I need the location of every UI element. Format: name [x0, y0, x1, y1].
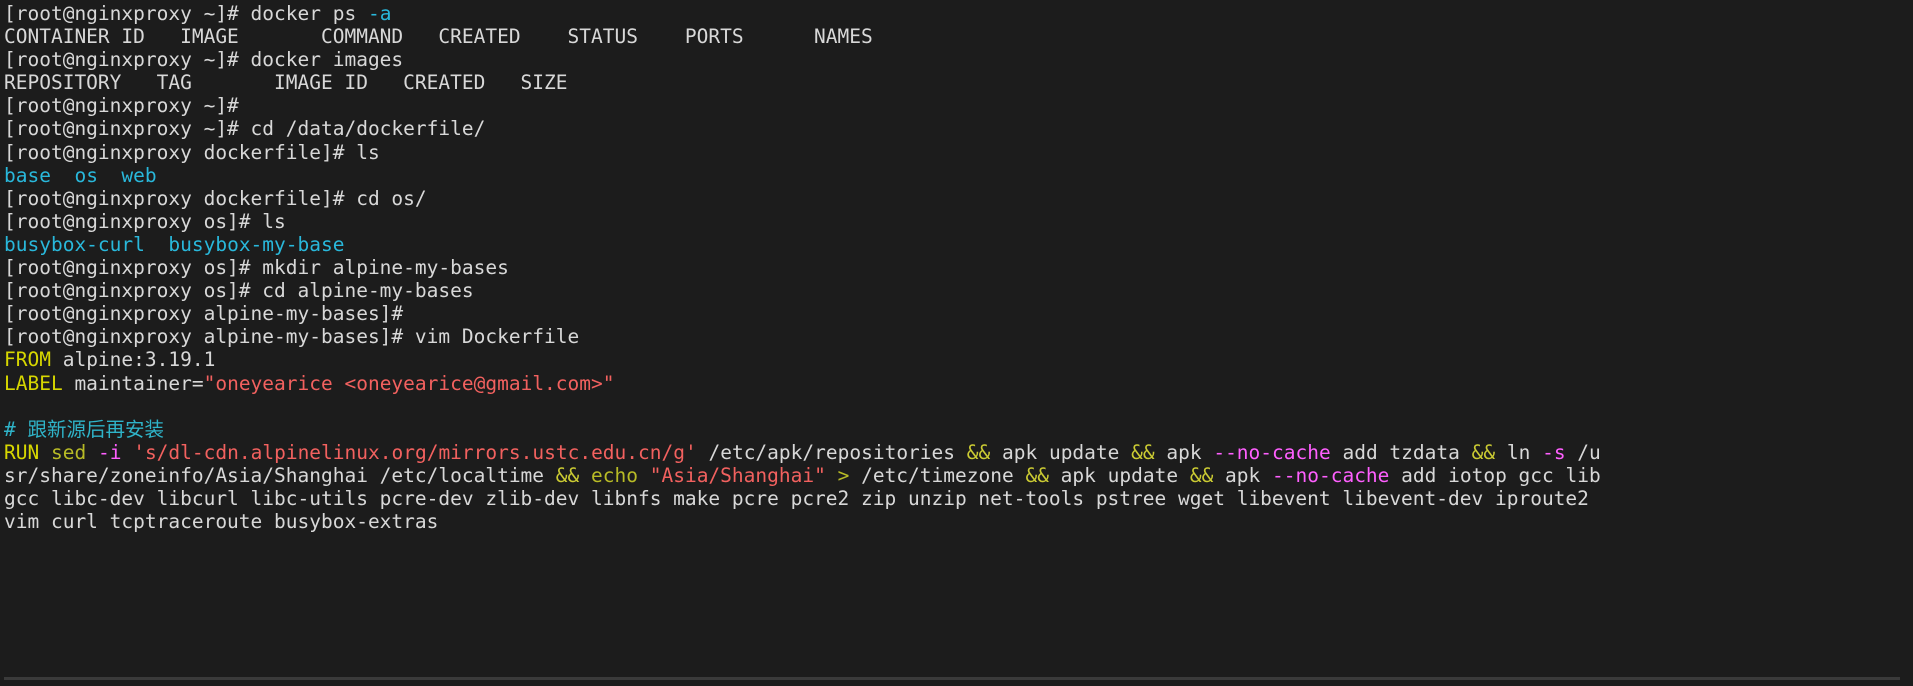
terminal-text-segment: -i: [98, 441, 121, 464]
terminal-line: CONTAINER ID IMAGE COMMAND CREATED STATU…: [4, 25, 1913, 48]
terminal-text-segment: "Asia/Shanghai": [650, 464, 826, 487]
terminal-text-segment: [root@nginxproxy ~]#: [4, 94, 251, 117]
terminal-text-segment: gcc libc-dev libcurl libc-utils pcre-dev…: [4, 487, 1589, 510]
terminal-line: [root@nginxproxy ~]# docker images: [4, 48, 1913, 71]
terminal-bottom-bar: [4, 677, 1900, 680]
terminal-line: REPOSITORY TAG IMAGE ID CREATED SIZE: [4, 71, 1913, 94]
terminal-text-segment: apk update: [1049, 464, 1190, 487]
terminal-line: [root@nginxproxy alpine-my-bases]#: [4, 302, 1913, 325]
terminal-text-segment: # 跟新源后再安装: [4, 418, 164, 441]
terminal-text-segment: [root@nginxproxy dockerfile]# cd os/: [4, 187, 427, 210]
terminal-line: [root@nginxproxy dockerfile]# ls: [4, 141, 1913, 164]
terminal-text-segment: [86, 441, 98, 464]
terminal-output: [root@nginxproxy ~]# docker ps -aCONTAIN…: [4, 2, 1913, 533]
terminal-text-segment: [root@nginxproxy ~]# cd /data/dockerfile…: [4, 117, 485, 140]
terminal-line: [root@nginxproxy os]# mkdir alpine-my-ba…: [4, 256, 1913, 279]
terminal-text-segment: &&: [1190, 464, 1213, 487]
terminal-text-segment: apk update: [990, 441, 1131, 464]
terminal-line: [root@nginxproxy ~]#: [4, 94, 1913, 117]
terminal-line: [root@nginxproxy os]# cd alpine-my-bases: [4, 279, 1913, 302]
terminal-text-segment: [root@nginxproxy os]# ls: [4, 210, 286, 233]
terminal-line: RUN sed -i 's/dl-cdn.alpinelinux.org/mir…: [4, 441, 1913, 464]
terminal-text-segment: /etc/timezone: [849, 464, 1025, 487]
terminal-text-segment: add iotop gcc lib: [1389, 464, 1600, 487]
terminal-text-segment: [root@nginxproxy ~]# docker ps: [4, 2, 368, 25]
terminal-line: FROM alpine:3.19.1: [4, 348, 1913, 371]
terminal-text-segment: busybox-my-base: [168, 233, 344, 256]
terminal-text-segment: [root@nginxproxy os]# mkdir alpine-my-ba…: [4, 256, 509, 279]
terminal-line: [root@nginxproxy dockerfile]# cd os/: [4, 187, 1913, 210]
terminal-text-segment: [root@nginxproxy os]# cd alpine-my-bases: [4, 279, 474, 302]
terminal-text-segment: RUN: [4, 441, 39, 464]
terminal-text-segment: --no-cache: [1272, 464, 1389, 487]
terminal-text-segment: [145, 233, 168, 256]
terminal-text-segment: maintainer=: [63, 372, 204, 395]
terminal-text-segment: CONTAINER ID IMAGE COMMAND CREATED STATU…: [4, 25, 873, 48]
terminal-text-segment: "oneyearice <oneyearice@gmail.com>": [204, 372, 615, 395]
terminal-line: [root@nginxproxy ~]# cd /data/dockerfile…: [4, 117, 1913, 140]
terminal-text-segment: FROM: [4, 348, 51, 371]
terminal-text-segment: -s: [1542, 441, 1565, 464]
terminal-text-segment: /u: [1566, 441, 1601, 464]
terminal-line: [root@nginxproxy ~]# docker ps -a: [4, 2, 1913, 25]
terminal-line: sr/share/zoneinfo/Asia/Shanghai /etc/loc…: [4, 464, 1913, 487]
terminal-text-segment: [4, 395, 16, 418]
terminal-text-segment: os: [74, 164, 97, 187]
terminal-text-segment: [638, 464, 650, 487]
terminal-text-segment: [98, 164, 121, 187]
terminal-text-segment: [root@nginxproxy alpine-my-bases]# vim D…: [4, 325, 579, 348]
terminal-text-segment: apk: [1155, 441, 1214, 464]
terminal-text-segment: sed: [51, 441, 86, 464]
terminal-text-segment: echo: [591, 464, 638, 487]
terminal-text-segment: &&: [967, 441, 990, 464]
terminal-text-segment: &&: [556, 464, 579, 487]
terminal-text-segment: --no-cache: [1213, 441, 1330, 464]
terminal-text-segment: >: [838, 464, 850, 487]
terminal-text-segment: 's/dl-cdn.alpinelinux.org/mirrors.ustc.e…: [133, 441, 697, 464]
terminal-text-segment: /etc/apk/repositories: [697, 441, 967, 464]
terminal-text-segment: [579, 464, 591, 487]
terminal-text-segment: alpine:3.19.1: [51, 348, 215, 371]
terminal-line: [root@nginxproxy os]# ls: [4, 210, 1913, 233]
terminal-line: gcc libc-dev libcurl libc-utils pcre-dev…: [4, 487, 1913, 510]
terminal-line: vim curl tcptraceroute busybox-extras: [4, 510, 1913, 533]
terminal-text-segment: apk: [1213, 464, 1272, 487]
terminal-text-segment: [121, 441, 133, 464]
terminal-text-segment: busybox-curl: [4, 233, 145, 256]
terminal-text-segment: [39, 441, 51, 464]
terminal-line: # 跟新源后再安装: [4, 418, 1913, 441]
terminal-window[interactable]: [root@nginxproxy ~]# docker ps -aCONTAIN…: [0, 0, 1913, 686]
terminal-text-segment: web: [121, 164, 156, 187]
terminal-text-segment: &&: [1131, 441, 1154, 464]
terminal-text-segment: sr/share/zoneinfo/Asia/Shanghai /etc/loc…: [4, 464, 556, 487]
terminal-line: [4, 395, 1913, 418]
terminal-text-segment: vim curl tcptraceroute busybox-extras: [4, 510, 438, 533]
terminal-text-segment: -a: [368, 2, 391, 25]
terminal-line: busybox-curl busybox-my-base: [4, 233, 1913, 256]
terminal-line: base os web: [4, 164, 1913, 187]
terminal-text-segment: ln: [1495, 441, 1542, 464]
terminal-text-segment: [root@nginxproxy ~]# docker images: [4, 48, 403, 71]
terminal-line: [root@nginxproxy alpine-my-bases]# vim D…: [4, 325, 1913, 348]
terminal-text-segment: LABEL: [4, 372, 63, 395]
terminal-text-segment: &&: [1025, 464, 1048, 487]
terminal-text-segment: add tzdata: [1331, 441, 1472, 464]
terminal-text-segment: REPOSITORY TAG IMAGE ID CREATED SIZE: [4, 71, 568, 94]
terminal-text-segment: [51, 164, 74, 187]
terminal-text-segment: [root@nginxproxy dockerfile]# ls: [4, 141, 380, 164]
terminal-text-segment: base: [4, 164, 51, 187]
terminal-text-segment: [826, 464, 838, 487]
terminal-line: LABEL maintainer="oneyearice <oneyearice…: [4, 372, 1913, 395]
terminal-text-segment: &&: [1472, 441, 1495, 464]
terminal-text-segment: [root@nginxproxy alpine-my-bases]#: [4, 302, 415, 325]
